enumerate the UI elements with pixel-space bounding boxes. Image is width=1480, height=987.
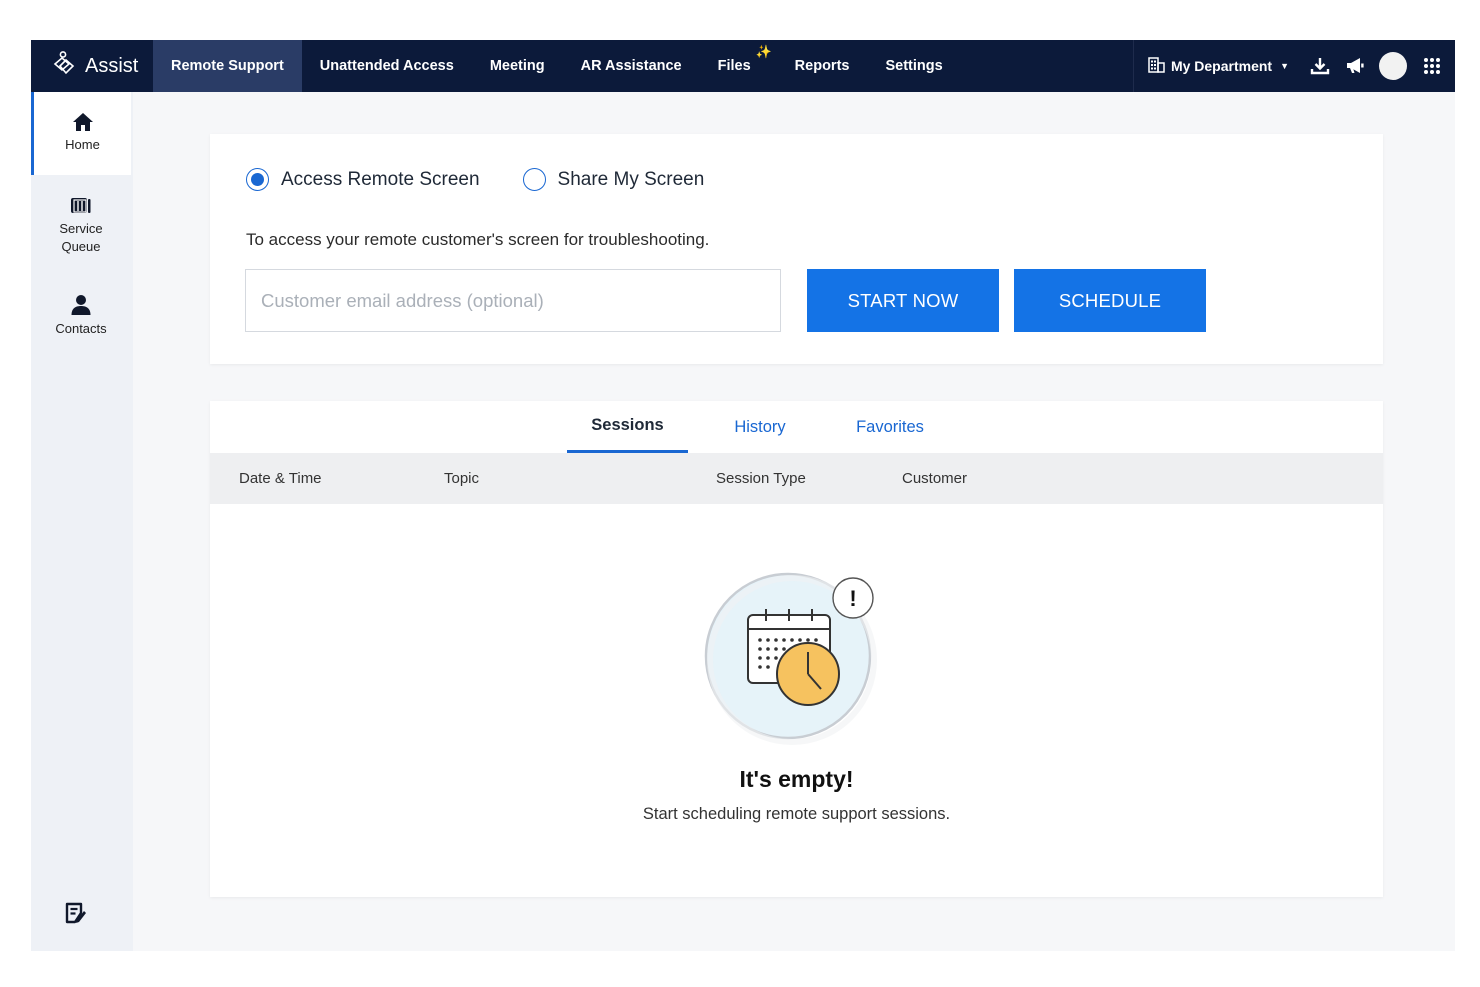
user-avatar[interactable] xyxy=(1379,52,1407,80)
home-icon xyxy=(34,112,131,132)
share-my-screen-radio[interactable]: Share My Screen xyxy=(522,168,705,191)
assist-logo-icon xyxy=(49,50,77,83)
column-header-session-type: Session Type xyxy=(716,470,806,487)
nav-unattended-access[interactable]: Unattended Access xyxy=(302,40,472,92)
sidebar-item-label: Service xyxy=(59,221,103,236)
department-label: My Department xyxy=(1170,58,1273,74)
top-navigation-bar: Assist Remote Support Unattended Access … xyxy=(31,40,1455,92)
sidebar-item-contacts[interactable]: Contacts xyxy=(31,294,131,338)
app-grid-icon[interactable] xyxy=(1421,55,1443,77)
sidebar-item-label: Queue xyxy=(61,239,101,254)
caret-down-icon: ▼ xyxy=(1280,61,1289,71)
tab-favorites[interactable]: Favorites xyxy=(840,401,940,453)
radio-label: Share My Screen xyxy=(557,168,705,190)
sidebar-item-label: Contacts xyxy=(55,321,107,336)
tab-history[interactable]: History xyxy=(715,401,805,453)
announcement-icon[interactable] xyxy=(1344,55,1366,77)
top-right-toolbar: My Department ▼ xyxy=(1132,40,1455,92)
feedback-icon[interactable] xyxy=(63,902,87,931)
radio-selected-icon xyxy=(246,168,269,191)
brand-logo[interactable]: Assist xyxy=(31,40,153,92)
column-header-date-time: Date & Time xyxy=(239,470,322,487)
nav-meeting[interactable]: Meeting xyxy=(472,40,563,92)
department-dropdown[interactable]: My Department ▼ xyxy=(1148,56,1289,76)
sidebar-item-home[interactable]: Home xyxy=(31,92,131,175)
customer-email-input[interactable] xyxy=(245,269,781,332)
mode-description: To access your remote customer's screen … xyxy=(246,230,710,249)
sessions-tabs: Sessions History Favorites xyxy=(210,401,1383,453)
start-now-button[interactable]: START NOW xyxy=(807,269,999,332)
access-remote-screen-radio[interactable]: Access Remote Screen xyxy=(246,168,480,191)
schedule-button[interactable]: SCHEDULE xyxy=(1014,269,1206,332)
nav-remote-support[interactable]: Remote Support xyxy=(153,40,302,92)
nav-files-label: Files xyxy=(717,58,751,74)
table-header: Date & Time Topic Session Type Customer xyxy=(210,453,1383,504)
brand-name: Assist xyxy=(85,54,139,77)
radio-unselected-icon xyxy=(522,168,546,191)
sessions-card: Sessions History Favorites Date & Time T… xyxy=(210,401,1383,897)
sidebar-item-service-queue[interactable]: Service Queue xyxy=(31,196,131,256)
nav-ar-assistance[interactable]: AR Assistance xyxy=(563,40,700,92)
radio-label: Access Remote Screen xyxy=(281,168,480,190)
sparkle-icon: ✨ xyxy=(755,44,772,59)
app-window: Assist Remote Support Unattended Access … xyxy=(31,40,1455,951)
empty-state-illustration: ! xyxy=(210,561,1383,756)
start-session-card: Access Remote Screen Share My Screen To … xyxy=(210,134,1383,364)
empty-calendar-clock-icon: ! xyxy=(704,572,877,745)
empty-state-title: It's empty! xyxy=(739,766,854,792)
nav-reports[interactable]: Reports xyxy=(777,40,868,92)
download-icon[interactable] xyxy=(1309,55,1331,77)
nav-files[interactable]: Files ✨ xyxy=(700,40,777,92)
building-icon xyxy=(1148,56,1165,76)
sidebar-item-label: Home xyxy=(65,137,100,152)
mode-radio-group: Access Remote Screen Share My Screen xyxy=(246,168,747,191)
nav-settings[interactable]: Settings xyxy=(867,40,960,92)
service-queue-icon xyxy=(31,196,131,216)
empty-state-subtitle: Start scheduling remote support sessions… xyxy=(642,805,951,823)
contact-person-icon xyxy=(31,294,131,316)
left-sidebar: Home Service Queue Contacts xyxy=(31,92,133,951)
column-header-customer: Customer xyxy=(902,470,968,487)
column-header-topic: Topic xyxy=(444,470,480,487)
tab-sessions[interactable]: Sessions xyxy=(567,401,688,453)
svg-text:!: ! xyxy=(849,586,856,611)
